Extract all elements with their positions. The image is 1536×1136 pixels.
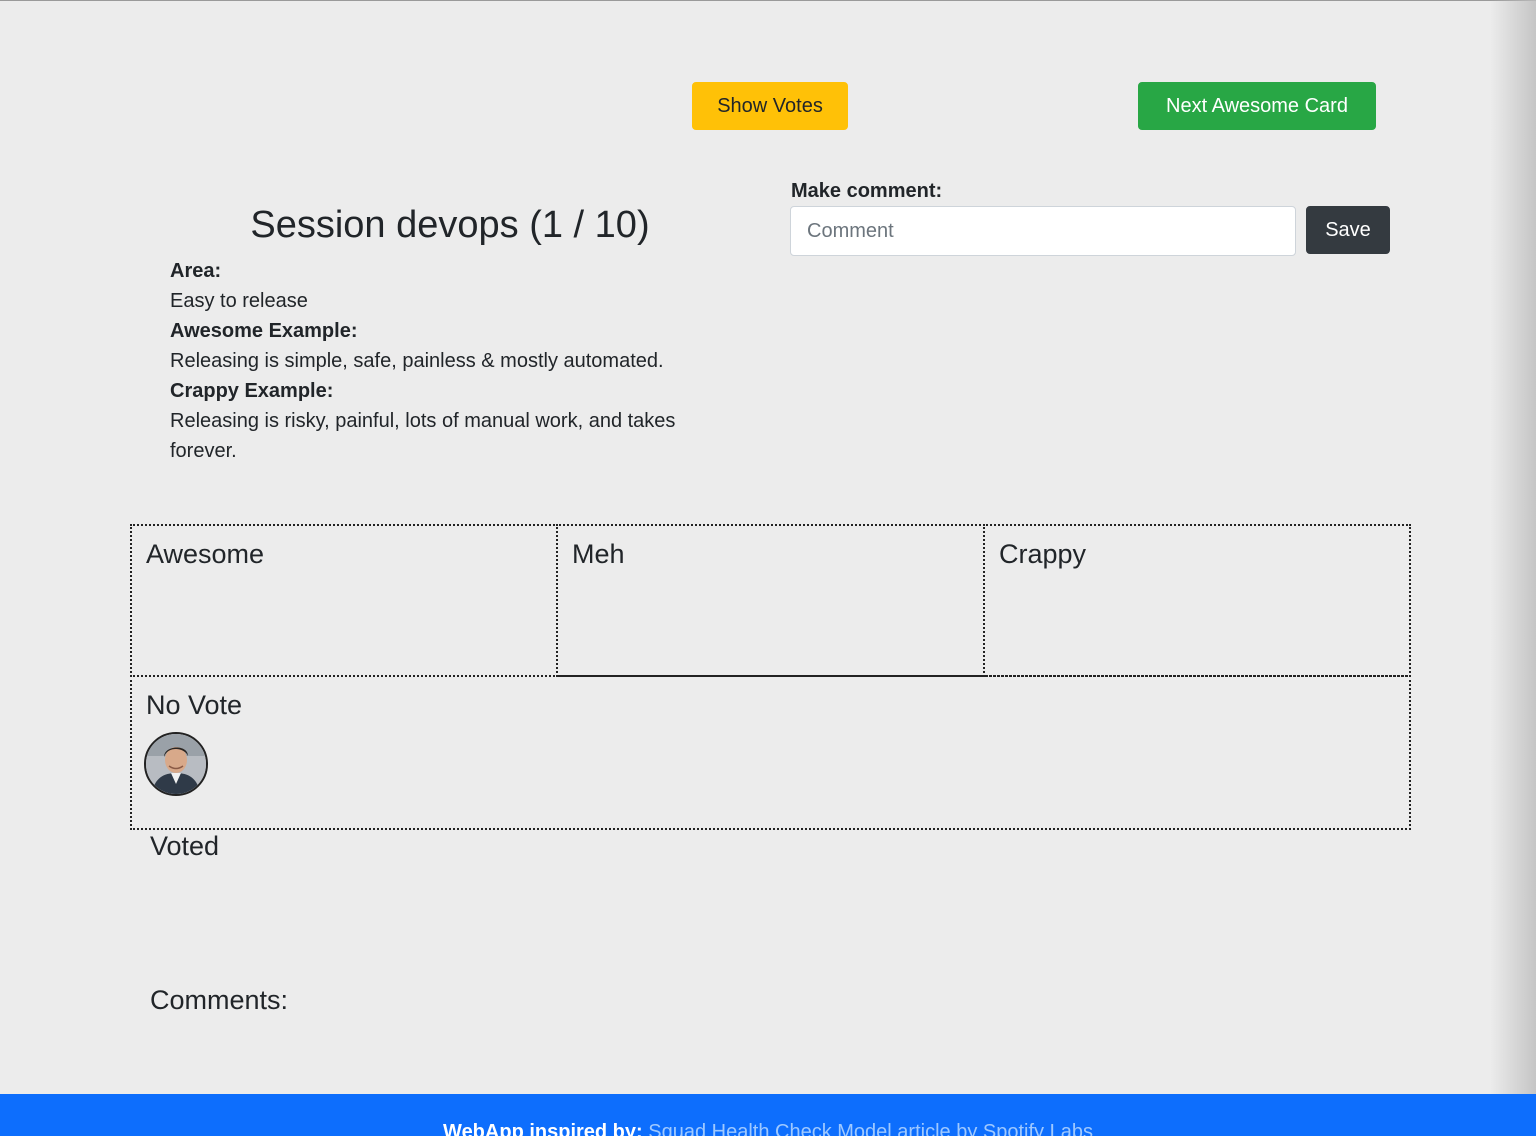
awesome-example-label: Awesome Example: <box>170 320 358 342</box>
footer-prefix: WebApp inspired by: <box>443 1121 649 1136</box>
footer-text: WebApp inspired by: Squad Health Check M… <box>0 1120 1536 1136</box>
area-value: Easy to release <box>170 290 308 312</box>
comment-input[interactable] <box>790 206 1296 256</box>
window-top-border <box>0 0 1536 1</box>
crappy-example-label: Crappy Example: <box>170 380 334 402</box>
card-info: Area: Easy to release Awesome Example: R… <box>170 256 710 466</box>
area-label: Area: <box>170 260 222 282</box>
session-title: Session devops (1 / 10) <box>250 204 650 246</box>
no-vote-zone[interactable]: No Vote <box>130 675 1411 830</box>
meh-vote-zone[interactable]: Meh <box>556 524 985 677</box>
comment-label: Make comment: <box>791 180 943 202</box>
no-vote-zone-title: No Vote <box>146 690 243 720</box>
save-comment-button[interactable]: Save <box>1306 206 1390 254</box>
footer: WebApp inspired by: Squad Health Check M… <box>0 1094 1536 1136</box>
window-edge-shadow <box>1490 0 1536 1094</box>
user-avatar[interactable] <box>144 732 208 796</box>
awesome-example-text: Releasing is simple, safe, painless & mo… <box>170 350 664 372</box>
crappy-zone-title: Crappy <box>999 539 1087 569</box>
awesome-zone-title: Awesome <box>146 539 265 569</box>
next-card-button[interactable]: Next Awesome Card <box>1138 82 1376 130</box>
awesome-vote-zone[interactable]: Awesome <box>130 524 558 677</box>
voted-heading: Voted <box>150 831 220 861</box>
user-photo-icon <box>146 734 206 794</box>
crappy-example-text: Releasing is risky, painful, lots of man… <box>170 410 676 462</box>
footer-link[interactable]: Squad Health Check Model article by Spot… <box>648 1121 1093 1136</box>
crappy-vote-zone[interactable]: Crappy <box>983 524 1411 677</box>
meh-zone-title: Meh <box>572 539 625 569</box>
comments-heading: Comments: <box>150 985 289 1015</box>
show-votes-button[interactable]: Show Votes <box>692 82 848 130</box>
